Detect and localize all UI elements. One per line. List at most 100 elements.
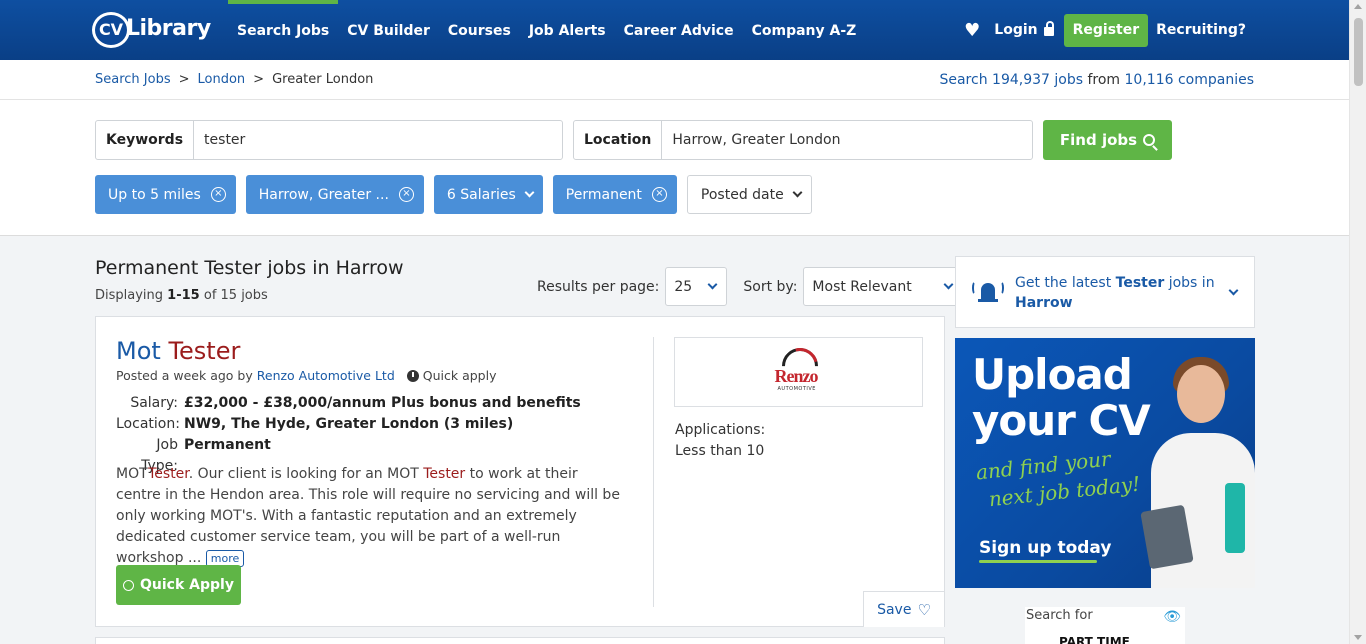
logo-word: Renzo xyxy=(774,366,819,386)
location-field[interactable]: Location Harrow, Greater London xyxy=(573,120,1033,160)
find-jobs-button[interactable]: Find jobs xyxy=(1043,120,1172,160)
filter-distance-label: Up to 5 miles xyxy=(108,186,201,203)
logo-cv-mark: CV xyxy=(92,12,130,48)
banner-signup-cta[interactable]: Sign up today xyxy=(979,538,1111,558)
scrollbar-thumb[interactable] xyxy=(1354,18,1363,86)
bell-base xyxy=(978,299,998,302)
upload-cv-banner[interactable]: Upload your CV and find your next job to… xyxy=(955,338,1255,588)
salary-row: Salary: £32,000 - £38,000/annum Plus bon… xyxy=(116,393,580,414)
job-alert-text: Get the latest Tester jobs in Harrow xyxy=(1015,273,1215,313)
filter-location-label: Harrow, Greater ... xyxy=(258,186,389,203)
filter-location-chip[interactable]: Harrow, Greater ... × xyxy=(245,175,424,214)
quick-apply-button[interactable]: Quick Apply xyxy=(116,565,241,605)
keywords-field[interactable]: Keywords tester xyxy=(95,120,563,160)
quick-apply-label: Quick Apply xyxy=(140,577,234,593)
filter-posted-date-dropdown[interactable]: Posted date xyxy=(686,175,812,214)
search-count-from: from xyxy=(1087,72,1121,88)
filter-distance-chip[interactable]: Up to 5 miles × xyxy=(95,175,236,214)
breadcrumb-separator: > xyxy=(253,72,265,87)
nav-cv-builder[interactable]: CV Builder xyxy=(338,0,439,60)
register-button[interactable]: Register xyxy=(1063,13,1149,47)
job-type-value: Permanent xyxy=(184,437,271,453)
job-type-row: Job Type: Permanent xyxy=(116,435,581,474)
location-input[interactable]: Harrow, Greater London xyxy=(662,121,1032,159)
heart-icon[interactable]: ♥ xyxy=(964,20,980,41)
chevron-down-icon[interactable] xyxy=(1228,285,1239,296)
alert-location: Harrow xyxy=(1015,295,1073,311)
breadcrumb-bar: Search Jobs > London > Greater London Se… xyxy=(0,60,1349,100)
alert-mid: jobs in xyxy=(1168,275,1215,291)
breadcrumb-greater-london: Greater London xyxy=(272,72,374,87)
results-controls: Results per page: 25 Sort by: Most Relev… xyxy=(537,267,964,306)
nav-company-a-z[interactable]: Company A-Z xyxy=(743,0,866,60)
job-alert-box[interactable]: Get the latest Tester jobs in Harrow xyxy=(955,256,1255,328)
save-label: Save xyxy=(877,601,912,618)
chevron-down-icon xyxy=(524,187,535,198)
location-row: Location: NW9, The Hyde, Greater London … xyxy=(116,414,581,435)
job-title-highlight: Tester xyxy=(168,337,241,365)
location-label: Location xyxy=(574,121,663,159)
cv-library-logo[interactable]: CV Library xyxy=(92,10,211,50)
main-nav: Search Jobs CV Builder Courses Job Alert… xyxy=(228,0,865,60)
nav-courses[interactable]: Courses xyxy=(439,0,520,60)
banner-headline: Upload your CV xyxy=(972,352,1151,444)
desc-highlight: Tester xyxy=(148,466,189,482)
next-job-card xyxy=(95,637,945,644)
results-display-suffix: of 15 jobs xyxy=(203,288,268,303)
scroll-down-arrow-icon[interactable] xyxy=(1354,635,1362,640)
results-display-range: 1-15 xyxy=(167,288,200,303)
breadcrumb-london[interactable]: London xyxy=(198,72,246,87)
keywords-input[interactable]: tester xyxy=(194,121,562,159)
job-card: Mot Tester Posted a week ago by Renzo Au… xyxy=(95,316,945,627)
remove-filter-icon[interactable]: × xyxy=(398,187,414,202)
ad-eye-icon[interactable]: 👁 xyxy=(1163,609,1181,625)
filter-posted-label: Posted date xyxy=(700,186,784,203)
remove-filter-icon[interactable]: × xyxy=(210,187,226,202)
per-page-select[interactable]: 25 xyxy=(665,267,728,306)
ad-search-for: Search for xyxy=(1026,608,1093,623)
clock-icon xyxy=(406,369,419,382)
job-posted-text: Posted a week ago by xyxy=(116,368,253,383)
ad-box[interactable]: Search for 👁 PART TIME xyxy=(1025,607,1185,644)
remove-filter-icon[interactable]: × xyxy=(651,187,667,202)
desc-text: MOT xyxy=(116,466,148,482)
desc-highlight: Tester xyxy=(423,466,466,482)
bell-ring-right xyxy=(998,281,1004,295)
jobs-count[interactable]: 194,937 jobs xyxy=(992,72,1083,88)
keywords-label: Keywords xyxy=(96,121,195,159)
applications-value: Less than 10 xyxy=(675,443,765,459)
filter-salaries-dropdown[interactable]: 6 Salaries xyxy=(433,175,543,214)
card-divider xyxy=(653,337,654,607)
save-job-button[interactable]: Save ♡ xyxy=(863,591,945,627)
person-head xyxy=(1177,365,1225,423)
banner-script: and find your next job today! xyxy=(975,442,1142,515)
company-link[interactable]: Renzo Automotive Ltd xyxy=(257,368,395,383)
site-header: CV Library Search Jobs CV Builder Course… xyxy=(0,0,1349,60)
stopwatch-icon xyxy=(123,579,135,591)
nav-search-jobs[interactable]: Search Jobs xyxy=(228,0,339,60)
page-scrollbar[interactable] xyxy=(1349,0,1366,644)
nav-job-alerts[interactable]: Job Alerts xyxy=(520,0,615,60)
job-title-link[interactable]: Mot Tester xyxy=(116,337,240,365)
chevron-down-icon xyxy=(943,279,954,290)
nav-career-advice[interactable]: Career Advice xyxy=(615,0,743,60)
lock-icon xyxy=(1043,20,1054,36)
sort-select[interactable]: Most Relevant xyxy=(803,267,964,306)
per-page-label: Results per page: xyxy=(537,278,660,295)
companies-count[interactable]: 10,116 companies xyxy=(1125,72,1254,88)
search-icon xyxy=(1143,134,1156,146)
ad-text: PART TIME xyxy=(1059,635,1130,644)
job-type-label: Job Type: xyxy=(141,437,178,474)
filter-salaries-label: 6 Salaries xyxy=(446,186,516,203)
results-title: Permanent Tester jobs in Harrow xyxy=(95,257,404,279)
company-logo[interactable]: Renzo AUTOMOTIVE xyxy=(674,337,923,407)
applications-label: Applications: xyxy=(675,422,766,438)
job-details: Salary: £32,000 - £38,000/annum Plus bon… xyxy=(116,393,581,474)
alert-prefix: Get the latest xyxy=(1015,275,1112,291)
login-link[interactable]: Login xyxy=(994,20,1054,38)
job-description: MOT Tester. Our client is looking for an… xyxy=(116,464,626,569)
breadcrumb-search-jobs[interactable]: Search Jobs xyxy=(95,72,171,87)
scroll-up-arrow-icon[interactable] xyxy=(1354,4,1362,9)
filter-type-chip[interactable]: Permanent × xyxy=(552,175,677,214)
recruiting-link[interactable]: Recruiting? xyxy=(1156,22,1246,38)
